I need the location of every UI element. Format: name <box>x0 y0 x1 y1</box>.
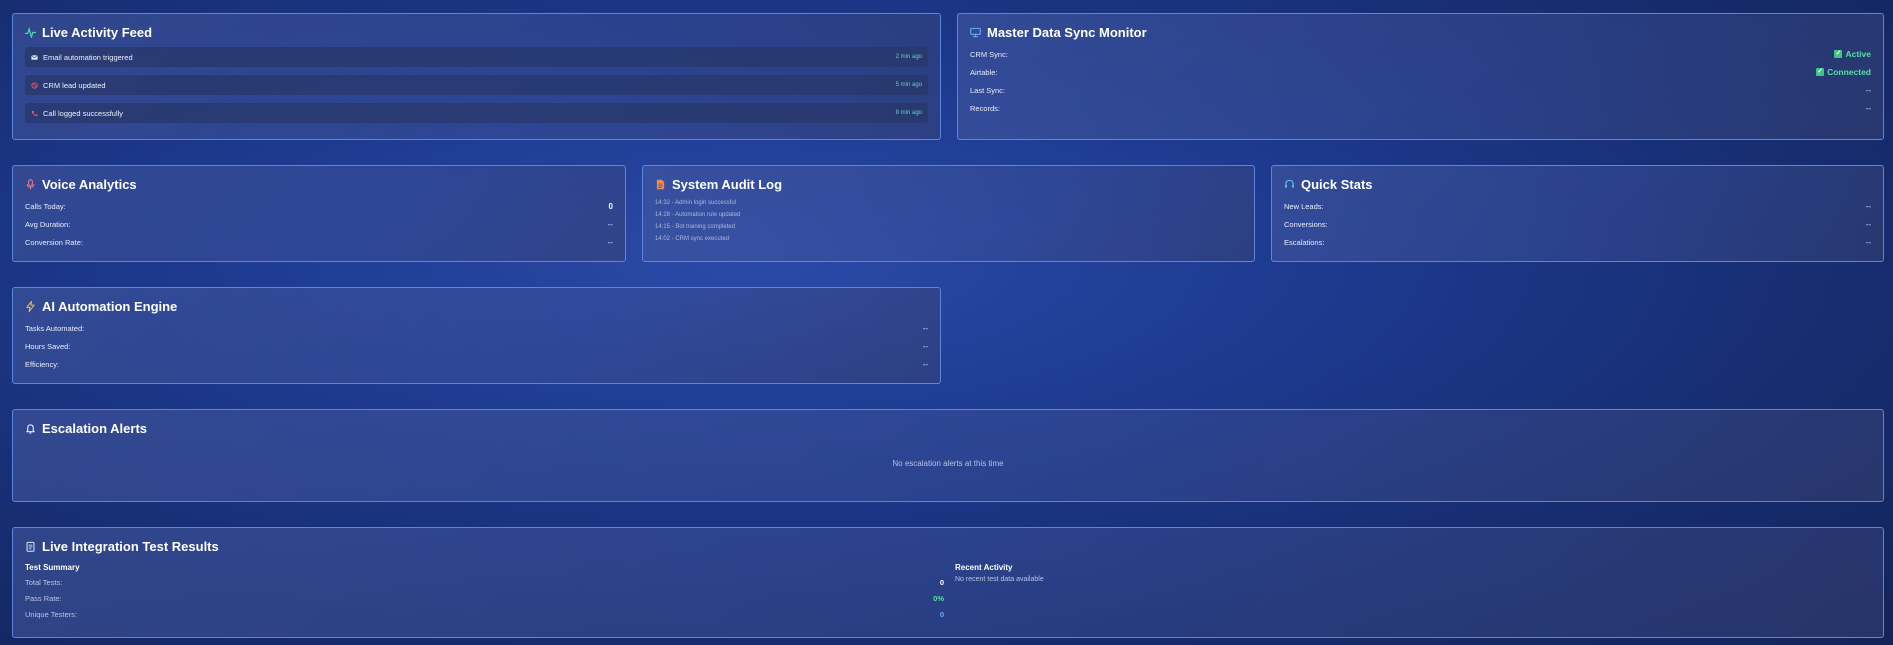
audit-log-entry: 14:02 - CRM sync executed <box>655 236 730 242</box>
escalations-row: Escalations: -- <box>1284 237 1871 247</box>
calls-today-row: Calls Today: 0 <box>25 201 613 211</box>
new-leads-row: New Leads: -- <box>1284 201 1871 211</box>
sync-row-records: Records: -- <box>970 103 1871 113</box>
unique-testers-row: Unique Testers: 0 <box>25 609 944 619</box>
activity-pulse-icon <box>25 26 36 38</box>
voice-analytics-card: Voice Analytics Calls Today: 0 Avg Durat… <box>12 165 626 262</box>
headset-icon <box>1285 179 1294 188</box>
conversion-rate-row: Conversion Rate: -- <box>25 237 613 247</box>
sync-row-crm: CRM Sync: ✓ Active <box>970 49 1871 59</box>
recent-activity-heading: Recent Activity <box>955 563 1013 572</box>
document-icon <box>656 179 665 189</box>
check-icon: ✓ <box>1834 50 1843 58</box>
crm-icon <box>31 81 38 89</box>
crm-sync-status: ✓ Active <box>1834 49 1871 59</box>
master-data-sync-card: Master Data Sync Monitor CRM Sync: ✓ Acti… <box>957 13 1884 140</box>
activity-item[interactable]: Call logged successfully 8 min ago <box>25 103 928 123</box>
pass-rate-row: Pass Rate: 0% <box>25 593 944 603</box>
recent-activity-section: Recent Activity No recent test data avai… <box>955 563 1855 622</box>
audit-log-entry: 14:28 - Automation rule updated <box>655 212 741 218</box>
quick-stats-card: Quick Stats New Leads: -- Conversions: -… <box>1271 165 1884 262</box>
card-title: AI Automation Engine <box>25 299 928 314</box>
hours-saved-row: Hours Saved: -- <box>25 341 928 351</box>
tasks-automated-row: Tasks Automated: -- <box>25 323 928 333</box>
avg-duration-row: Avg Duration: -- <box>25 219 613 229</box>
email-icon <box>31 54 38 60</box>
check-icon: ✓ <box>1816 68 1825 76</box>
card-title: Live Activity Feed <box>25 25 928 40</box>
live-activity-feed-card: Live Activity Feed Email automation trig… <box>12 13 941 140</box>
sync-row-airtable: Airtable: ✓ Connected <box>970 67 1871 77</box>
escalation-empty-message: No escalation alerts at this time <box>892 459 1004 468</box>
phone-icon <box>31 110 38 116</box>
test-summary-section: Test Summary Total Tests: 0 Pass Rate: 0… <box>25 563 944 622</box>
system-audit-log-card: System Audit Log 14:32 - Admin login suc… <box>642 165 1255 262</box>
recent-activity-empty: No recent test data available <box>955 576 1044 583</box>
ai-automation-engine-card: AI Automation Engine Tasks Automated: --… <box>12 287 941 384</box>
clipboard-icon <box>26 541 35 552</box>
card-title: Escalation Alerts <box>25 421 1871 436</box>
integration-tests-card: Live Integration Test Results Test Summa… <box>12 527 1884 638</box>
card-title: Live Integration Test Results <box>25 539 1871 554</box>
audit-log-entry: 14:15 - Bot training completed <box>655 224 736 230</box>
total-tests-row: Total Tests: 0 <box>25 577 944 587</box>
sync-row-last-sync: Last Sync: -- <box>970 85 1871 95</box>
activity-item[interactable]: CRM lead updated 5 min ago <box>25 75 928 95</box>
escalation-alerts-card: Escalation Alerts No escalation alerts a… <box>12 409 1884 502</box>
audit-log-entry: 14:32 - Admin login successful <box>655 200 737 206</box>
card-title: Master Data Sync Monitor <box>970 25 1871 40</box>
efficiency-row: Efficiency: -- <box>25 359 928 369</box>
card-title: Voice Analytics <box>25 177 613 192</box>
microphone-icon <box>26 178 35 189</box>
monitor-icon <box>970 27 981 37</box>
airtable-status: ✓ Connected <box>1816 67 1871 77</box>
activity-item[interactable]: Email automation triggered 2 min ago <box>25 47 928 67</box>
card-title: Quick Stats <box>1284 177 1871 192</box>
conversions-row: Conversions: -- <box>1284 219 1871 229</box>
test-summary-heading: Test Summary <box>25 563 80 572</box>
bell-icon <box>26 423 35 434</box>
lightning-icon <box>26 300 35 312</box>
card-title: System Audit Log <box>655 177 1242 192</box>
